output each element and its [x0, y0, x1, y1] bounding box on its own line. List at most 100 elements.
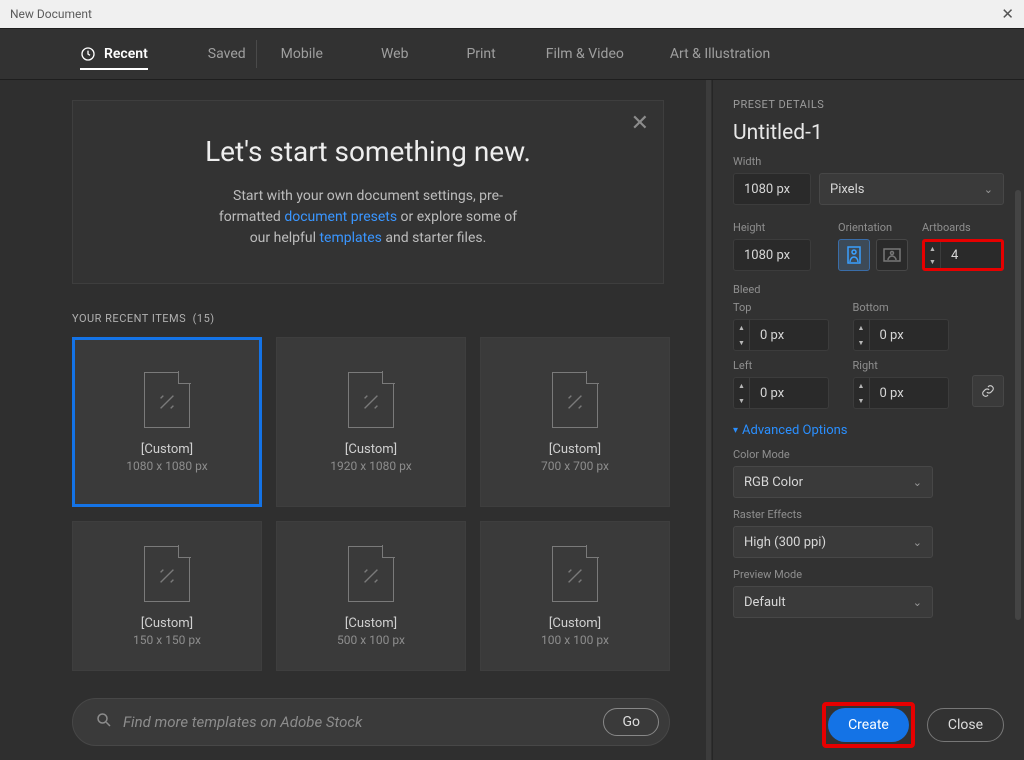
document-icon: [552, 372, 598, 428]
step-up-icon[interactable]: ▲: [925, 242, 940, 255]
recent-items-label: YOUR RECENT ITEMS (15): [72, 312, 712, 325]
recent-icon: [80, 46, 96, 62]
recent-items-count: (15): [193, 312, 215, 325]
advanced-options-toggle[interactable]: Advanced Options: [733, 423, 1004, 438]
hero-close-icon[interactable]: ✕: [631, 111, 649, 136]
preview-mode-dropdown[interactable]: Default⌄: [733, 586, 933, 618]
category-tabs: Recent Saved Mobile Web Print Film & Vid…: [0, 28, 1024, 80]
bleed-bottom-input[interactable]: ▲▼0 px: [853, 319, 949, 351]
preset-grid: [Custom] 1080 x 1080 px [Custom] 1920 x …: [72, 337, 712, 507]
preset-card-title: [Custom]: [141, 442, 193, 457]
bleed-bottom-label: Bottom: [853, 301, 959, 314]
chevron-down-icon: ⌄: [913, 476, 922, 489]
tab-saved-label: Saved: [208, 46, 246, 62]
create-button[interactable]: Create: [828, 708, 909, 742]
tab-web-label: Web: [381, 46, 409, 62]
left-panel: ✕ Let's start something new. Start with …: [0, 80, 712, 760]
preset-details-panel: PRESET DETAILS Untitled-1 Width 1080 px …: [712, 80, 1024, 760]
preset-card-0[interactable]: [Custom] 1080 x 1080 px: [72, 337, 262, 507]
stock-search[interactable]: Find more templates on Adobe Stock Go: [72, 698, 670, 746]
tab-web[interactable]: Web: [381, 32, 409, 76]
tab-art[interactable]: Art & Illustration: [670, 32, 770, 76]
orientation-portrait[interactable]: [838, 239, 870, 271]
raster-effects-label: Raster Effects: [733, 508, 1004, 521]
preset-details-label: PRESET DETAILS: [733, 98, 1004, 111]
search-icon: [95, 711, 113, 734]
artboards-value: 4: [941, 248, 1001, 263]
orientation-landscape[interactable]: [876, 239, 908, 271]
bleed-top-input[interactable]: ▲▼0 px: [733, 319, 829, 351]
tab-mobile[interactable]: Mobile: [281, 32, 323, 76]
document-icon: [348, 546, 394, 602]
width-input[interactable]: 1080 px: [733, 173, 811, 205]
preset-card-title: [Custom]: [141, 616, 193, 631]
window-close-icon[interactable]: ✕: [1001, 5, 1014, 23]
preset-grid-row2: [Custom] 150 x 150 px [Custom] 500 x 100…: [72, 521, 712, 671]
preview-mode-label: Preview Mode: [733, 568, 1004, 581]
height-label: Height: [733, 221, 824, 234]
preset-card-dims: 1080 x 1080 px: [126, 459, 207, 473]
preset-card-dims: 700 x 700 px: [541, 459, 609, 473]
hero-text: Start with your own document settings, p…: [158, 186, 578, 249]
search-go-button[interactable]: Go: [603, 708, 659, 736]
chevron-down-icon: ⌄: [984, 183, 993, 196]
chevron-down-icon: ⌄: [913, 596, 922, 609]
preset-card-title: [Custom]: [345, 616, 397, 631]
units-dropdown[interactable]: Pixels⌄: [819, 173, 1004, 205]
preset-card-title: [Custom]: [549, 616, 601, 631]
chevron-down-icon: ⌄: [913, 536, 922, 549]
document-name[interactable]: Untitled-1: [733, 121, 1004, 145]
document-presets-link[interactable]: document presets: [284, 209, 397, 225]
width-label: Width: [733, 155, 1004, 168]
preset-card-5[interactable]: [Custom] 100 x 100 px: [480, 521, 670, 671]
tab-mobile-label: Mobile: [281, 46, 323, 62]
tab-saved[interactable]: Saved: [208, 32, 246, 76]
step-down-icon[interactable]: ▼: [925, 255, 940, 268]
preset-card-3[interactable]: [Custom] 150 x 150 px: [72, 521, 262, 671]
bleed-right-label: Right: [853, 359, 959, 372]
tab-film[interactable]: Film & Video: [546, 32, 624, 76]
tab-print-label: Print: [466, 46, 495, 62]
color-mode-dropdown[interactable]: RGB Color⌄: [733, 466, 933, 498]
preset-card-dims: 100 x 100 px: [541, 633, 609, 647]
preset-card-title: [Custom]: [345, 442, 397, 457]
orientation-label: Orientation: [838, 221, 908, 234]
preset-card-2[interactable]: [Custom] 700 x 700 px: [480, 337, 670, 507]
search-placeholder: Find more templates on Adobe Stock: [123, 713, 603, 731]
document-icon: [552, 546, 598, 602]
tab-art-label: Art & Illustration: [670, 46, 770, 62]
bleed-right-input[interactable]: ▲▼0 px: [853, 377, 949, 409]
document-icon: [144, 372, 190, 428]
artboards-stepper[interactable]: ▲▼ 4: [922, 239, 1004, 271]
document-icon: [144, 546, 190, 602]
preset-card-1[interactable]: [Custom] 1920 x 1080 px: [276, 337, 466, 507]
preset-card-dims: 1920 x 1080 px: [330, 459, 411, 473]
scrollbar[interactable]: [1015, 190, 1021, 620]
document-icon: [348, 372, 394, 428]
preset-card-dims: 150 x 150 px: [133, 633, 201, 647]
create-highlight: Create: [822, 702, 915, 748]
link-icon: [981, 384, 995, 398]
artboards-label: Artboards: [922, 221, 1004, 234]
tab-film-label: Film & Video: [546, 46, 624, 62]
hero-banner: ✕ Let's start something new. Start with …: [72, 100, 664, 284]
titlebar: New Document ✕: [0, 0, 1024, 28]
preset-card-title: [Custom]: [549, 442, 601, 457]
height-input[interactable]: 1080 px: [733, 239, 811, 271]
templates-link[interactable]: templates: [319, 230, 381, 246]
bleed-left-input[interactable]: ▲▼0 px: [733, 377, 829, 409]
dialog-footer: Create Close: [822, 702, 1004, 748]
bleed-top-label: Top: [733, 301, 839, 314]
close-button[interactable]: Close: [927, 708, 1004, 742]
tab-recent-label: Recent: [104, 46, 148, 62]
color-mode-label: Color Mode: [733, 448, 1004, 461]
link-bleed-button[interactable]: [972, 375, 1004, 407]
raster-effects-dropdown[interactable]: High (300 ppi)⌄: [733, 526, 933, 558]
tab-recent[interactable]: Recent: [80, 32, 148, 76]
tab-print[interactable]: Print: [466, 32, 495, 76]
window-title: New Document: [10, 7, 92, 21]
preset-card-4[interactable]: [Custom] 500 x 100 px: [276, 521, 466, 671]
bleed-label: Bleed: [733, 283, 1004, 296]
scrollbar[interactable]: [706, 80, 711, 760]
preset-card-dims: 500 x 100 px: [337, 633, 405, 647]
